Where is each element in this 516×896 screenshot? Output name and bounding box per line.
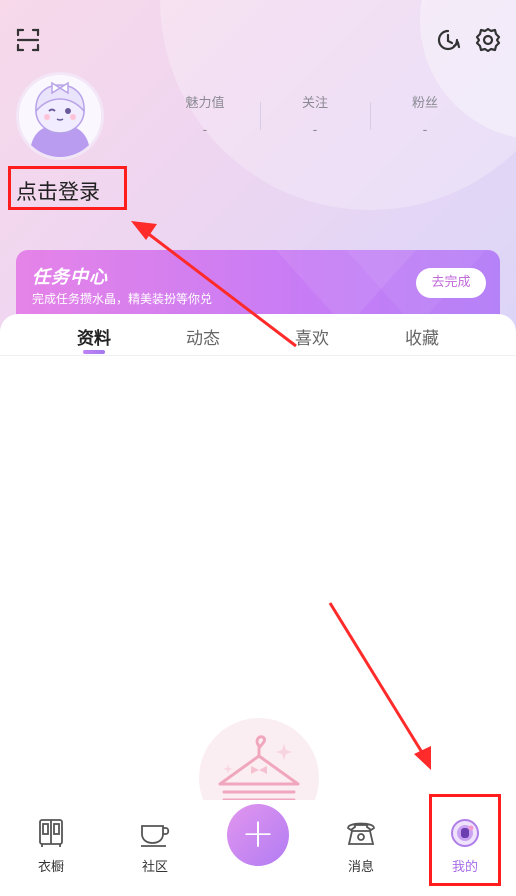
tabbar-item-wardrobe[interactable]: 衣橱 — [16, 816, 86, 875]
active-tab-indicator — [83, 350, 105, 354]
avatar[interactable] — [16, 72, 104, 160]
stat-value: - — [202, 123, 208, 138]
wardrobe-icon — [34, 816, 68, 850]
task-center-title: 任务中心 — [32, 267, 108, 288]
annotation-highlight-box — [8, 166, 127, 210]
task-center-subtitle: 完成任务攒水晶，精美装扮等你兑 — [32, 292, 213, 306]
tabbar-item-community[interactable]: 社区 — [120, 816, 190, 875]
tabbar-label: 消息 — [347, 860, 374, 875]
annotation-highlight-box — [429, 794, 501, 886]
stat-charm[interactable]: 魅力值 - — [150, 92, 260, 142]
plus-icon: + — [241, 811, 275, 857]
stat-following[interactable]: 关注 - — [260, 92, 370, 142]
profile-tabs: 资料 动态 喜欢 收藏 — [0, 314, 516, 356]
create-post-button[interactable]: + — [227, 804, 289, 866]
profile-stats: 魅力值 - 关注 - 粉丝 - — [150, 92, 480, 142]
complete-task-button[interactable]: 去完成 — [416, 268, 486, 298]
stat-followers[interactable]: 粉丝 - — [370, 92, 480, 142]
stat-label: 魅力值 — [185, 96, 225, 111]
tabbar-item-messages[interactable]: 消息 — [326, 816, 396, 875]
tab-likes[interactable]: 喜欢 — [272, 324, 352, 349]
scan-icon[interactable] — [14, 26, 42, 54]
stat-value: - — [312, 123, 318, 138]
tabbar-label: 衣橱 — [37, 860, 64, 875]
tab-profile[interactable]: 资料 — [54, 324, 134, 349]
tabbar-label: 社区 — [141, 860, 168, 875]
stat-label: 关注 — [301, 96, 328, 111]
stat-value: - — [422, 123, 428, 138]
stat-label: 粉丝 — [411, 96, 438, 111]
telephone-icon — [344, 816, 378, 850]
gear-icon[interactable] — [474, 26, 502, 54]
tab-activity[interactable]: 动态 — [163, 324, 243, 349]
teacup-icon — [138, 816, 172, 850]
tab-favorites[interactable]: 收藏 — [382, 324, 462, 349]
history-icon[interactable] — [434, 26, 462, 54]
